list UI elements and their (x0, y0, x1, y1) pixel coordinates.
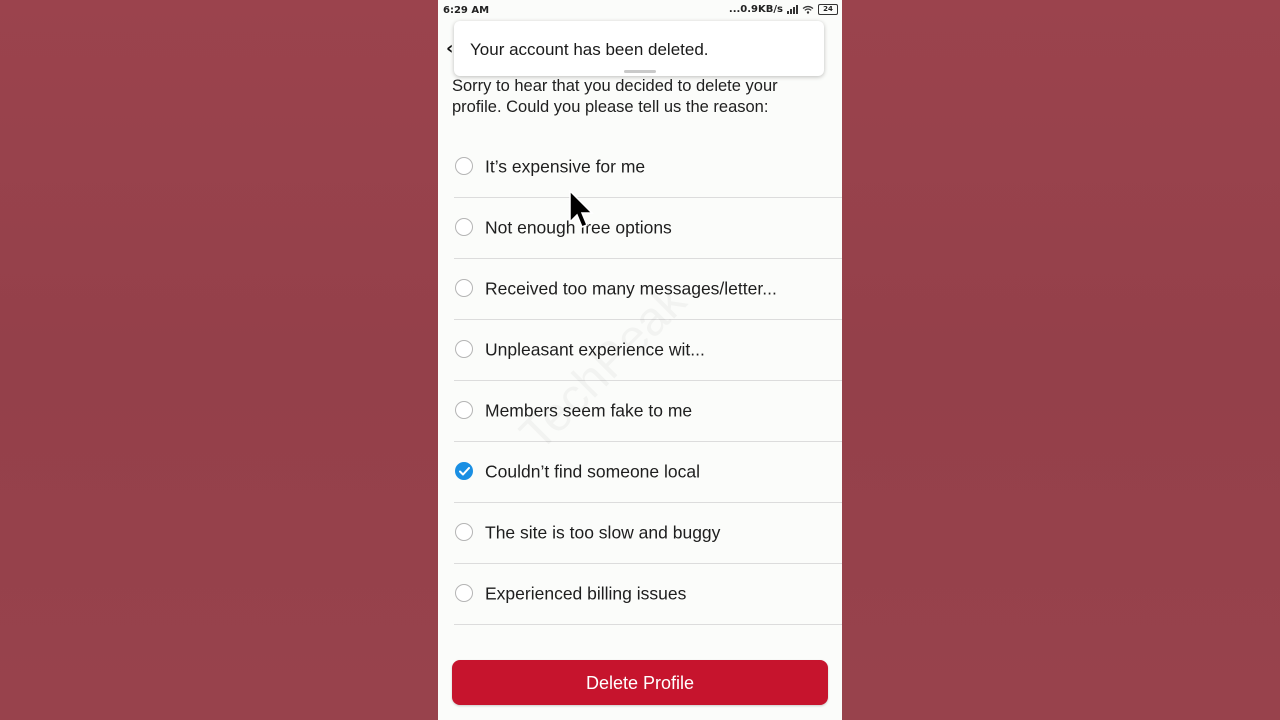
intro-text: Sorry to hear that you decided to delete… (452, 77, 778, 116)
toast-message: Your account has been deleted. (470, 40, 709, 59)
radio-unchecked-icon[interactable] (455, 523, 473, 541)
radio-checked-icon[interactable] (455, 462, 473, 480)
radio-unchecked-icon[interactable] (455, 584, 473, 602)
delete-profile-label: Delete Profile (585, 673, 695, 693)
background-left (0, 0, 438, 720)
radio-unchecked-icon[interactable] (455, 401, 473, 419)
reason-option[interactable]: Members seem fake to me (454, 381, 842, 442)
radio-unchecked-icon[interactable] (455, 218, 473, 236)
radio-unchecked-icon[interactable] (455, 340, 473, 358)
reason-option-label: The site is too slow and buggy (485, 522, 721, 543)
background-right (842, 0, 1280, 720)
network-speed-value: 0.9KB/s (740, 4, 783, 15)
status-bar: 6:29 AM ...0.9KB/s 24 (438, 0, 842, 22)
radio-unchecked-icon[interactable] (455, 279, 473, 297)
battery-icon: 24 (818, 4, 838, 15)
status-indicators: ...0.9KB/s 24 (729, 4, 838, 15)
reason-option[interactable]: Not enough free options (454, 198, 842, 259)
reason-option-label: Received too many messages/letter... (485, 278, 777, 299)
delete-profile-button[interactable]: Delete Profile (452, 660, 828, 705)
reason-option[interactable]: The site is too slow and buggy (454, 503, 842, 564)
back-arrow-icon[interactable]: ‹ (446, 38, 453, 59)
reason-option-label: Couldn’t find someone local (485, 461, 700, 482)
status-time: 6:29 AM (443, 5, 490, 16)
radio-unchecked-icon[interactable] (455, 157, 473, 175)
phone-screen: 6:29 AM ...0.9KB/s 24 ‹ Your account has… (438, 0, 842, 720)
toast-notification[interactable]: Your account has been deleted. (454, 21, 824, 76)
network-speed: ...0.9KB/s (728, 4, 783, 15)
reason-option[interactable]: Experienced billing issues (454, 564, 842, 625)
signal-icon (787, 5, 798, 14)
wifi-icon (802, 5, 814, 14)
reason-option[interactable]: It’s expensive for me (454, 137, 842, 198)
reason-option[interactable]: Couldn’t find someone local (454, 442, 842, 503)
toast-drag-handle[interactable] (624, 70, 656, 73)
reason-option-label: Experienced billing issues (485, 583, 687, 604)
reason-option-label: It’s expensive for me (485, 156, 646, 177)
mouse-cursor-icon (569, 190, 594, 228)
